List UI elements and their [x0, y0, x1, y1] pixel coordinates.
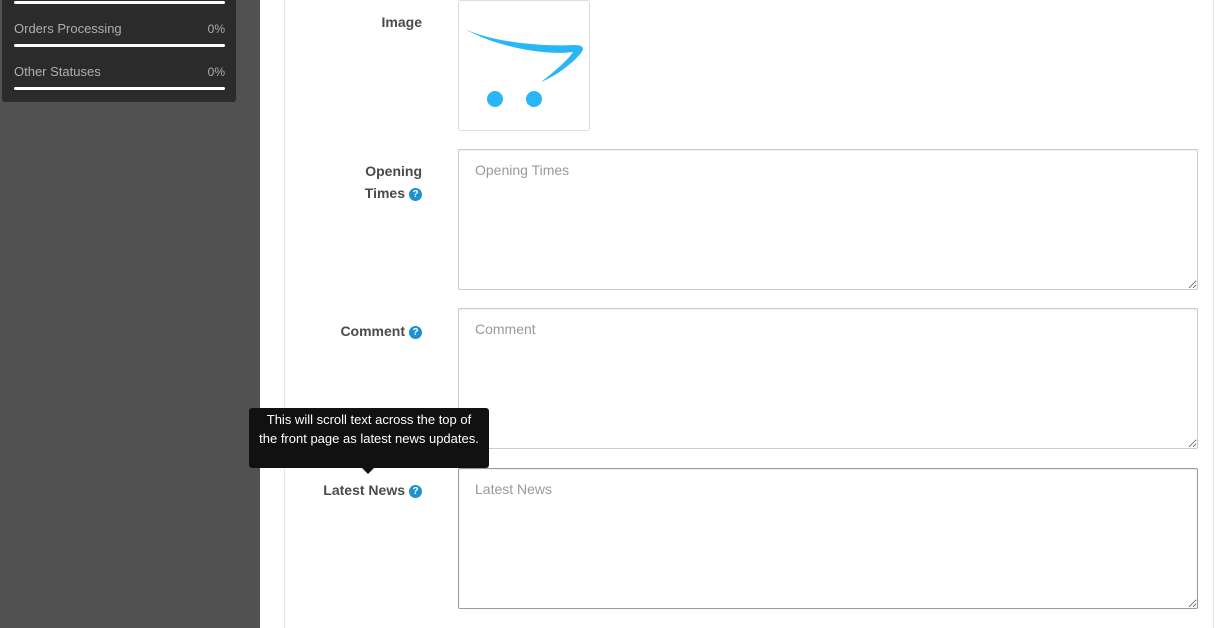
latest-news-tooltip: This will scroll text across the top of … — [249, 408, 489, 468]
tooltip-arrow — [362, 468, 374, 474]
image-label: Image — [381, 14, 422, 30]
latest-news-label: Latest News? — [282, 479, 422, 501]
stat-progress-bar — [14, 44, 225, 47]
stat-label: Other Statuses — [14, 64, 101, 79]
stat-progress-bar — [14, 87, 225, 90]
sidebar: Orders Processing 0% Other Statuses 0% — [0, 0, 260, 628]
help-icon[interactable]: ? — [409, 485, 422, 498]
opening-times-label: Opening Times? — [364, 163, 422, 201]
stat-value: 0% — [207, 65, 225, 79]
stat-value: 0% — [207, 22, 225, 36]
help-icon[interactable]: ? — [409, 326, 422, 339]
comment-textarea[interactable] — [458, 308, 1198, 449]
comment-label: Comment? — [282, 320, 422, 342]
latest-news-textarea[interactable] — [458, 468, 1198, 609]
help-icon[interactable]: ? — [409, 188, 422, 201]
stat-progress-bar — [14, 1, 225, 4]
stat-label: Orders Processing — [14, 21, 122, 36]
opening-times-textarea[interactable] — [458, 149, 1198, 290]
store-image-thumbnail[interactable] — [458, 0, 590, 131]
opencart-cart-logo-icon — [465, 29, 583, 107]
order-stats-panel: Orders Processing 0% Other Statuses 0% — [2, 0, 236, 102]
